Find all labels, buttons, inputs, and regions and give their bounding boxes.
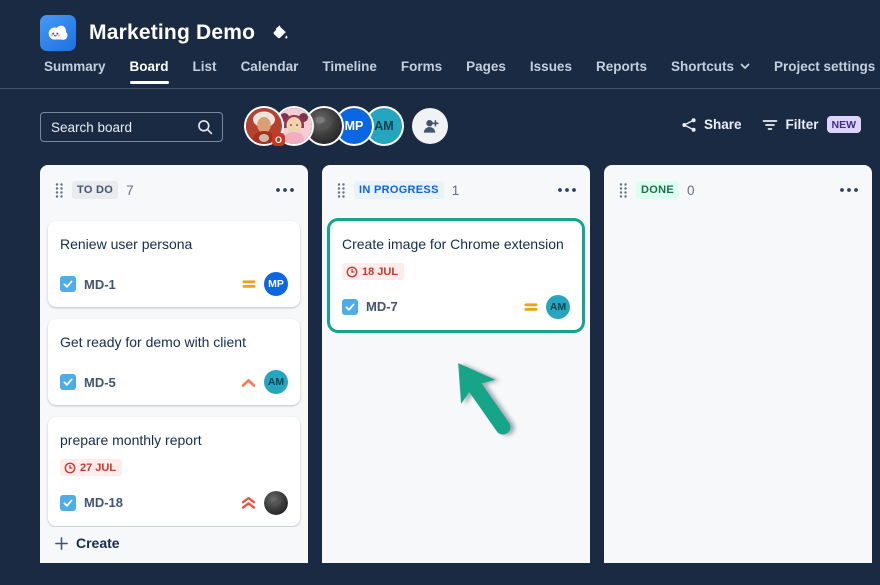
- search-icon: [197, 119, 213, 135]
- priority-medium-icon: [242, 278, 256, 290]
- assignee-avatar-mp[interactable]: MP: [264, 272, 288, 296]
- column-menu-button[interactable]: [556, 184, 578, 196]
- issue-key: MD-7: [366, 299, 398, 314]
- avatar-user-1[interactable]: O: [246, 108, 282, 144]
- priority-medium-icon: [524, 301, 538, 313]
- tab-calendar[interactable]: Calendar: [241, 59, 299, 84]
- tab-board[interactable]: Board: [130, 59, 169, 84]
- issue-key: MD-5: [84, 375, 116, 390]
- add-person-icon: [421, 117, 440, 136]
- card-md-1[interactable]: Reniew user persona MD-1 MP: [48, 221, 300, 307]
- card-md-18[interactable]: prepare monthly report 27 JUL MD-18: [48, 417, 300, 526]
- task-checkbox-icon: [342, 299, 358, 315]
- drag-handle-icon[interactable]: [336, 182, 346, 199]
- column-done: DONE 0: [604, 165, 872, 563]
- tab-timeline[interactable]: Timeline: [322, 59, 377, 84]
- plus-icon: [55, 537, 68, 550]
- task-checkbox-icon: [60, 495, 76, 511]
- clock-icon: [64, 462, 76, 474]
- card-title: Reniew user persona: [60, 234, 288, 254]
- clock-icon: [346, 266, 358, 278]
- column-count: 7: [126, 183, 134, 198]
- column-name-badge: TO DO: [72, 181, 118, 199]
- column-todo-header: TO DO 7: [40, 165, 308, 211]
- assignee-avatar-photo[interactable]: [264, 491, 288, 515]
- new-badge: NEW: [827, 116, 862, 133]
- project-header: Marketing Demo: [40, 15, 289, 51]
- column-in-progress-header: IN PROGRESS 1: [322, 165, 590, 211]
- search-board-field: [40, 112, 223, 142]
- card-title: Get ready for demo with client: [60, 332, 288, 352]
- assignee-avatar-am[interactable]: AM: [264, 370, 288, 394]
- column-count: 1: [452, 183, 460, 198]
- due-date-badge: 27 JUL: [60, 459, 122, 476]
- card-title: Create image for Chrome extension: [342, 234, 570, 254]
- priority-highest-icon: [241, 496, 256, 510]
- column-menu-button[interactable]: [838, 184, 860, 196]
- more-menu-icon: [276, 188, 294, 192]
- column-menu-button[interactable]: [274, 184, 296, 196]
- cloud-smile-icon: [45, 20, 71, 46]
- task-checkbox-icon: [60, 374, 76, 390]
- card-md-5[interactable]: Get ready for demo with client MD-5 AM: [48, 319, 300, 405]
- tabs-divider: [0, 88, 880, 89]
- issue-key: MD-18: [84, 495, 123, 510]
- tab-summary[interactable]: Summary: [44, 59, 106, 84]
- assignee-avatar-am[interactable]: AM: [546, 295, 570, 319]
- board-actions: Share Filter NEW: [681, 116, 861, 133]
- tab-project-settings[interactable]: Project settings: [774, 59, 875, 84]
- jira-board-app: Marketing Demo Summary Board List Calend…: [0, 0, 880, 585]
- tab-list[interactable]: List: [193, 59, 217, 84]
- share-icon: [681, 117, 697, 133]
- tab-issues[interactable]: Issues: [530, 59, 572, 84]
- drag-handle-icon[interactable]: [618, 182, 628, 199]
- tab-forms[interactable]: Forms: [401, 59, 442, 84]
- column-count: 0: [687, 183, 695, 198]
- more-menu-icon: [840, 188, 858, 192]
- column-done-header: DONE 0: [604, 165, 872, 211]
- tab-pages[interactable]: Pages: [466, 59, 506, 84]
- priority-high-icon: [241, 377, 256, 388]
- paint-bucket-icon[interactable]: [271, 24, 289, 42]
- card-title: prepare monthly report: [60, 430, 288, 450]
- column-todo-cards: Reniew user persona MD-1 MP Get ready fo…: [40, 211, 308, 526]
- page-title: Marketing Demo: [89, 21, 255, 45]
- filter-button[interactable]: Filter NEW: [762, 116, 861, 133]
- column-name-badge: IN PROGRESS: [354, 181, 444, 199]
- column-todo: TO DO 7 Reniew user persona MD-1: [40, 165, 308, 563]
- tab-shortcuts[interactable]: Shortcuts: [671, 59, 750, 84]
- column-name-badge: DONE: [636, 181, 679, 199]
- drag-handle-icon[interactable]: [54, 182, 64, 199]
- task-checkbox-icon: [60, 276, 76, 292]
- chevron-down-icon: [740, 63, 750, 70]
- due-date-badge: 18 JUL: [342, 263, 404, 280]
- issue-key: MD-1: [84, 277, 116, 292]
- tab-reports[interactable]: Reports: [596, 59, 647, 84]
- more-menu-icon: [558, 188, 576, 192]
- share-button[interactable]: Share: [681, 117, 742, 133]
- add-people-button[interactable]: [412, 108, 448, 144]
- filter-icon: [762, 118, 778, 132]
- project-nav-tabs: Summary Board List Calendar Timeline For…: [44, 59, 875, 84]
- column-in-progress-cards: Create image for Chrome extension 18 JUL…: [322, 211, 590, 330]
- avatar-group: O: [246, 108, 448, 144]
- project-avatar[interactable]: [40, 15, 76, 51]
- card-md-7-highlighted[interactable]: Create image for Chrome extension 18 JUL…: [330, 221, 582, 330]
- status-badge-o: O: [272, 133, 285, 146]
- column-in-progress: IN PROGRESS 1 Create image for Chrome ex…: [322, 165, 590, 563]
- create-issue-button[interactable]: Create: [40, 527, 308, 563]
- search-input[interactable]: [41, 120, 197, 135]
